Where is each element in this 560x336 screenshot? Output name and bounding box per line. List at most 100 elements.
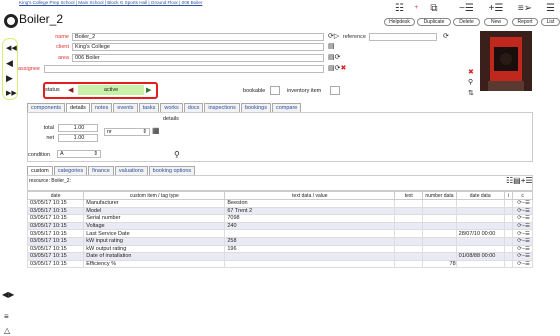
table-row[interactable]: 03/05/17 10:15 Date of installation 01/08/… — [26, 252, 533, 261]
next-record-icon[interactable]: ▶ — [6, 73, 13, 84]
tab-tasks[interactable]: tasks — [138, 103, 160, 112]
cell-value — [224, 229, 396, 238]
upload-image-icon[interactable]: ⇅ — [468, 89, 474, 97]
tab-valuations[interactable]: valuations — [114, 166, 148, 175]
name-field[interactable]: Boiler_2 — [72, 33, 324, 41]
row-actions[interactable]: ⟳−☰ — [512, 206, 533, 216]
remove-image-icon[interactable]: ✖ — [468, 68, 474, 76]
condition-select[interactable]: A ⇕ — [57, 150, 101, 158]
delete-button[interactable]: −☰ Delete — [453, 2, 480, 26]
first-record-icon[interactable]: ◀◀ — [6, 44, 17, 52]
tab-works[interactable]: works — [160, 103, 183, 112]
total-label: total — [43, 125, 54, 131]
tab-finance[interactable]: finance — [88, 166, 114, 175]
report-button[interactable]: ≡➢ Report — [512, 2, 538, 26]
col-number[interactable]: number data — [422, 191, 457, 200]
tab-categories[interactable]: categories — [53, 166, 88, 175]
unit-select[interactable]: nr ⇕ — [104, 128, 150, 136]
refresh-remove-icon[interactable]: ⟳−☰ — [517, 261, 530, 267]
row-actions[interactable]: ⟳−☰ — [512, 259, 533, 269]
grid-toolbar-icons[interactable]: ☷▤+☰ — [506, 176, 533, 185]
refresh-remove-icon[interactable]: ⟳−☰ — [517, 223, 530, 229]
row-actions[interactable]: ⟳−☰ — [512, 236, 533, 246]
client-field[interactable]: King's College — [72, 43, 324, 51]
table-row[interactable]: 03/05/17 10:15 Efficiency % 78 ⟳−☰ — [26, 259, 533, 269]
row-actions[interactable]: ⟳−☰ — [512, 244, 533, 254]
row-actions[interactable]: ⟳−☰ — [512, 252, 533, 261]
tab-notes[interactable]: notes — [90, 103, 113, 112]
refresh-remove-icon[interactable]: ⟳−☰ — [517, 215, 530, 221]
tab-bookings[interactable]: bookings — [240, 103, 271, 112]
reference-refresh-icon[interactable]: ⟳ — [443, 32, 449, 40]
report-icon: ≡➢ — [517, 3, 533, 14]
area-field[interactable]: 006 Boiler — [72, 54, 324, 62]
breadcrumb[interactable]: King's College Prep School | Main School… — [19, 0, 202, 5]
reference-field[interactable] — [369, 33, 437, 41]
net-field[interactable]: 1.00 — [58, 134, 98, 142]
tab-components[interactable]: components — [27, 103, 65, 112]
warning-icon[interactable]: △ — [4, 326, 10, 335]
col-text[interactable]: text — [394, 191, 424, 200]
chevron-down-icon: ⇕ — [93, 151, 98, 157]
tab-compare[interactable]: compare — [271, 103, 302, 112]
refresh-remove-icon[interactable]: ⟳−☰ — [517, 231, 530, 237]
tab-docs[interactable]: docs — [183, 103, 204, 112]
last-record-icon[interactable]: ▶▶ — [6, 89, 17, 97]
duplicate-button[interactable]: ⧉ Duplicate — [417, 2, 451, 26]
cell-date: 03/05/17 10:15 — [26, 199, 85, 208]
tab-details[interactable]: details — [65, 103, 90, 112]
table-row[interactable]: 03/05/17 10:15 Last Service Date 28/07/10 … — [26, 229, 533, 238]
cell-text — [394, 244, 424, 254]
cell-i — [503, 236, 514, 246]
inventory-item-checkbox[interactable] — [330, 86, 340, 95]
col-item[interactable]: custom item / tag type — [83, 191, 226, 200]
assignee-lookup-icon[interactable]: ▤⟳✖ — [328, 64, 346, 72]
table-row[interactable]: 03/05/17 10:15 kW output rating 196 ⟳−☰ — [26, 244, 533, 254]
refresh-remove-icon[interactable]: ⟳−☰ — [517, 200, 530, 206]
table-row[interactable]: 03/05/17 10:15 Model 67 Trent 2 ⟳−☰ — [26, 206, 533, 216]
details-heading: details — [163, 116, 179, 122]
table-header-row: date custom item / tag type text data / … — [26, 191, 533, 200]
row-actions[interactable]: ⟳−☰ — [512, 229, 533, 238]
assignee-field[interactable] — [44, 65, 324, 73]
tab-inspections[interactable]: inspections — [204, 103, 240, 112]
row-actions[interactable]: ⟳−☰ — [512, 214, 533, 223]
settings-list-icon[interactable]: ≡ — [4, 312, 9, 321]
tab-events[interactable]: events — [113, 103, 138, 112]
col-c[interactable]: c — [512, 191, 533, 200]
breadcrumb-link[interactable]: King's College Prep School | Main School… — [19, 0, 202, 5]
cell-date-data — [455, 236, 505, 246]
table-row[interactable]: 03/05/17 10:15 Manufacturer Beeston ⟳−☰ — [26, 199, 533, 208]
cell-item: Efficiency % — [83, 259, 226, 269]
clear-icon[interactable]: ✖ — [340, 65, 346, 72]
col-i[interactable]: i — [503, 191, 514, 200]
cell-number — [422, 252, 457, 261]
col-value[interactable]: text data / value — [224, 191, 396, 200]
tab-custom[interactable]: custom — [27, 166, 53, 175]
row-actions[interactable]: ⟳−☰ — [512, 199, 533, 208]
client-lookup-icon[interactable]: ▤ — [328, 42, 335, 50]
search-icon[interactable]: ⚲ — [174, 150, 180, 159]
calculator-icon[interactable]: ▦ — [152, 126, 160, 135]
refresh-remove-icon[interactable]: ⟳−☰ — [517, 208, 530, 214]
refresh-remove-icon[interactable]: ⟳−☰ — [517, 238, 530, 244]
cell-date-data: 01/08/88 00:00 — [455, 252, 505, 261]
list-button[interactable]: ☰ List — [541, 2, 560, 26]
col-date-data[interactable]: date data — [455, 191, 505, 200]
table-row[interactable]: 03/05/17 10:15 Serial number 7098 ⟳−☰ — [26, 214, 533, 223]
cell-i — [503, 244, 514, 254]
table-row[interactable]: 03/05/17 10:15 kW input rating 258 ⟳−☰ — [26, 236, 533, 246]
tab-booking-options[interactable]: booking options — [148, 166, 196, 175]
row-actions[interactable]: ⟳−☰ — [512, 221, 533, 231]
zoom-image-icon[interactable]: ⚲ — [468, 78, 473, 86]
area-refresh-icon[interactable]: ▤⟳ — [328, 53, 340, 61]
new-button[interactable]: +☰ New — [484, 2, 508, 26]
table-row[interactable]: 03/05/17 10:15 Voltage 240 ⟳−☰ — [26, 221, 533, 231]
expand-collapse-icon[interactable]: ◀▶ — [2, 290, 14, 299]
helpdesk-button[interactable]: ☷ + Helpdesk — [384, 2, 418, 26]
col-date[interactable]: date — [26, 191, 85, 200]
total-field[interactable]: 1.00 — [58, 124, 98, 132]
refresh-remove-icon[interactable]: ⟳−☰ — [517, 253, 530, 259]
bookable-checkbox[interactable] — [270, 86, 280, 95]
refresh-remove-icon[interactable]: ⟳−☰ — [517, 246, 530, 252]
